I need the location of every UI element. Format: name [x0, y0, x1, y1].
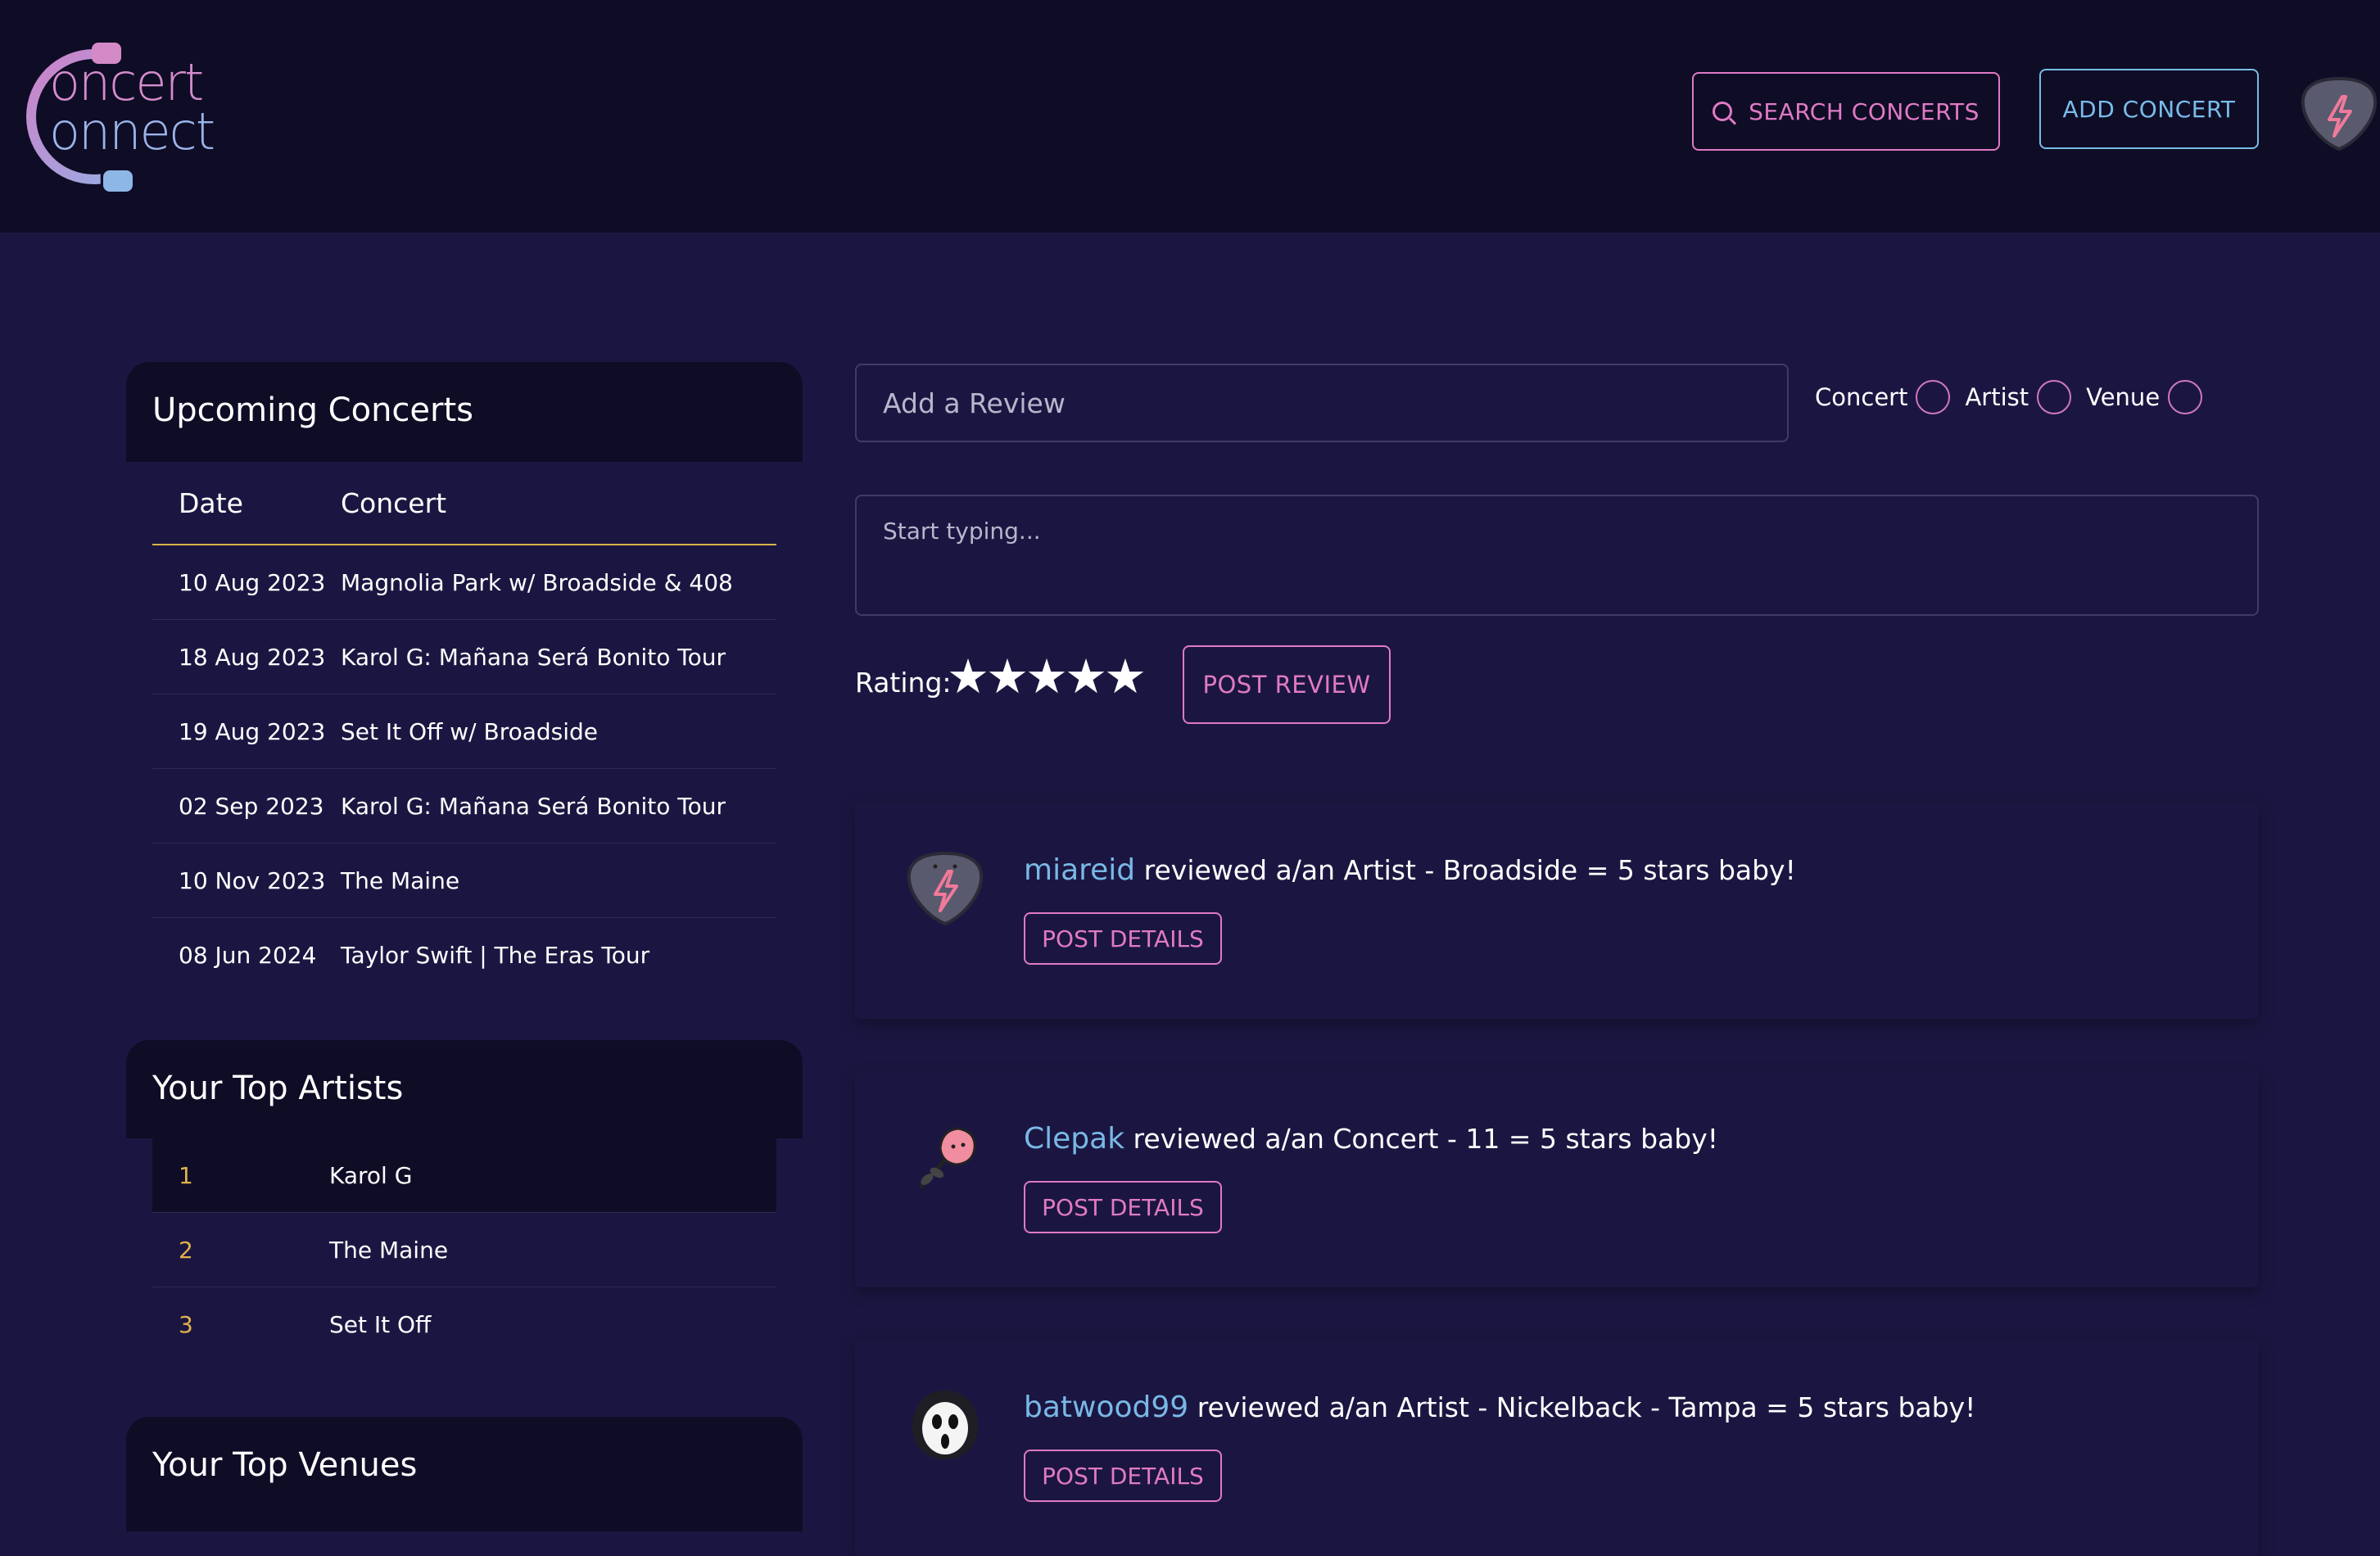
search-concerts-label: SEARCH CONCERTS: [1749, 97, 1980, 125]
post-text-line: miareid reviewed a/an Artist - Broadside…: [1024, 853, 1796, 887]
table-row[interactable]: 18 Aug 2023 Karol G: Mañana Será Bonito …: [152, 620, 776, 694]
concert-date: 02 Sep 2023: [179, 792, 324, 820]
radio-label-venue: Venue: [2086, 383, 2161, 411]
list-item[interactable]: 2 The Maine: [152, 1213, 776, 1287]
column-header-date: Date: [179, 486, 243, 519]
post-details-button[interactable]: POST DETAILS: [1024, 1181, 1222, 1233]
post-summary: reviewed a/an Concert - 11 = 5 stars bab…: [1133, 1123, 1718, 1155]
review-body-textarea[interactable]: [855, 495, 2259, 616]
table-row[interactable]: 10 Aug 2023 Magnolia Park w/ Broadside &…: [152, 545, 776, 620]
rose-icon: [919, 1127, 976, 1189]
logo-plug-bottom: [103, 170, 133, 192]
rating-label: Rating:: [855, 667, 952, 699]
post-text-line: batwood99 reviewed a/an Artist - Nickelb…: [1024, 1391, 1975, 1424]
radio-concert[interactable]: [1916, 380, 1951, 414]
post-review-label: POST REVIEW: [1202, 671, 1371, 699]
upcoming-concerts-title: Upcoming Concerts: [152, 391, 473, 429]
radio-venue[interactable]: [2168, 380, 2203, 414]
logo-text-line2: onnect: [49, 102, 215, 161]
guitar-pick-icon[interactable]: [2298, 72, 2380, 154]
artist-name: Set It Off: [329, 1310, 432, 1338]
review-title-input[interactable]: [855, 364, 1789, 442]
post-details-button[interactable]: POST DETAILS: [1024, 912, 1222, 965]
post-username[interactable]: Clepak: [1024, 1122, 1124, 1156]
concert-name: Karol G: Mañana Será Bonito Tour: [341, 643, 726, 671]
table-row[interactable]: 08 Jun 2024 Taylor Swift | The Eras Tour: [152, 918, 776, 992]
concert-name: Set It Off w/ Broadside: [341, 717, 599, 745]
concert-name: Karol G: Mañana Será Bonito Tour: [341, 792, 726, 820]
top-venues-title: Your Top Venues: [152, 1446, 418, 1484]
concert-date: 10 Aug 2023: [179, 568, 326, 596]
concert-name: Magnolia Park w/ Broadside & 408: [341, 568, 733, 596]
table-header-row: Date Concert: [152, 462, 776, 545]
top-artists-card: Your Top Artists: [126, 1040, 803, 1138]
top-venues-card: Your Top Venues: [126, 1417, 803, 1531]
radio-label-artist: Artist: [1965, 383, 2029, 411]
concert-name: The Maine: [341, 866, 460, 894]
artist-rank: 3: [179, 1310, 193, 1338]
upcoming-concerts-table: Date Concert 10 Aug 2023 Magnolia Park w…: [152, 462, 776, 992]
list-item[interactable]: 1 Karol G: [152, 1138, 776, 1213]
radio-label-concert: Concert: [1815, 383, 1908, 411]
concert-date: 19 Aug 2023: [179, 717, 326, 745]
concert-date: 18 Aug 2023: [179, 643, 326, 671]
artist-name: The Maine: [329, 1236, 449, 1264]
post-summary: reviewed a/an Artist - Nickelback - Tamp…: [1197, 1391, 1976, 1423]
review-post-card: Clepak reviewed a/an Concert - 11 = 5 st…: [855, 1071, 2259, 1287]
star-rating[interactable]: ★★★★★: [947, 649, 1147, 704]
table-row[interactable]: 19 Aug 2023 Set It Off w/ Broadside: [152, 694, 776, 769]
top-navbar: oncert onnect SEARCH CONCERTS ADD CONCER…: [0, 0, 2380, 233]
artist-name: Karol G: [329, 1161, 413, 1189]
add-concert-button[interactable]: ADD CONCERT: [2039, 69, 2259, 149]
review-post-card: batwood99 reviewed a/an Artist - Nickelb…: [855, 1340, 2259, 1556]
upcoming-concerts-card: Upcoming Concerts Date Concert 10 Aug 20…: [126, 362, 803, 976]
list-item[interactable]: 3 Set It Off: [152, 1287, 776, 1361]
artist-rank: 2: [179, 1236, 193, 1264]
radio-artist[interactable]: [2037, 380, 2072, 414]
guitar-pick-icon: [907, 851, 984, 926]
column-header-concert: Concert: [341, 486, 447, 519]
concert-date: 08 Jun 2024: [179, 941, 317, 969]
top-artists-list: 1 Karol G 2 The Maine 3 Set It Off: [152, 1138, 776, 1361]
review-post-card: miareid reviewed a/an Artist - Broadside…: [855, 803, 2259, 1019]
post-details-button[interactable]: POST DETAILS: [1024, 1450, 1222, 1502]
post-review-button[interactable]: POST REVIEW: [1183, 645, 1391, 724]
post-text-line: Clepak reviewed a/an Concert - 11 = 5 st…: [1024, 1122, 1718, 1156]
add-concert-label: ADD CONCERT: [2062, 95, 2236, 123]
post-username[interactable]: batwood99: [1024, 1391, 1188, 1424]
post-username[interactable]: miareid: [1024, 853, 1135, 887]
review-type-radio-group: Concert Artist Venue: [1815, 380, 2217, 414]
upcoming-concerts-header: Upcoming Concerts: [126, 362, 803, 462]
search-icon: [1713, 102, 1733, 121]
logo-text-line1: oncert: [49, 52, 204, 112]
concert-connect-logo[interactable]: oncert onnect: [21, 38, 215, 193]
ghost-face-icon: [912, 1391, 978, 1459]
top-artists-title: Your Top Artists: [152, 1070, 404, 1107]
concert-name: Taylor Swift | The Eras Tour: [341, 941, 650, 969]
post-summary: reviewed a/an Artist - Broadside = 5 sta…: [1143, 854, 1796, 886]
table-row[interactable]: 10 Nov 2023 The Maine: [152, 844, 776, 918]
concert-date: 10 Nov 2023: [179, 866, 326, 894]
table-row[interactable]: 02 Sep 2023 Karol G: Mañana Será Bonito …: [152, 769, 776, 844]
search-concerts-button[interactable]: SEARCH CONCERTS: [1692, 72, 2000, 151]
artist-rank: 1: [179, 1161, 193, 1189]
